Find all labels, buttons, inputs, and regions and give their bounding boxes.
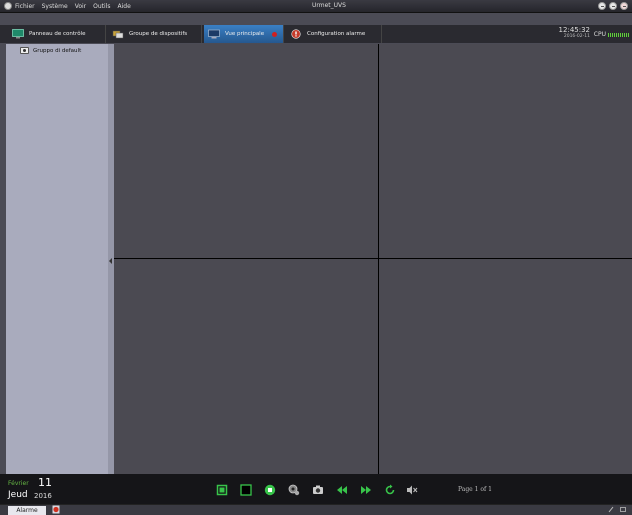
clock-date: 2016-02-11 — [563, 34, 590, 39]
fullscreen-icon[interactable] — [216, 484, 228, 496]
tree-item-gruppo-di-default[interactable]: Gruppo di default — [20, 47, 81, 54]
tab-bar: Panneau de contrôle Groupe de dispositif… — [0, 25, 632, 43]
cpu-meter: CPU — [594, 31, 630, 38]
menu-item-voir[interactable]: Voir — [75, 3, 86, 10]
cpu-label: CPU — [593, 31, 606, 38]
tab-vue-principale[interactable]: Vue principale — [204, 25, 284, 43]
video-cell-4[interactable] — [379, 259, 632, 474]
tab-label: Groupe de dispositifs — [129, 31, 188, 37]
minimize-button[interactable] — [598, 2, 606, 10]
tab-groupe-de-dispositifs[interactable]: Groupe de dispositifs — [108, 25, 202, 43]
camera-group-icon — [20, 47, 29, 54]
app-logo-icon[interactable] — [4, 2, 12, 10]
video-cell-1[interactable] — [114, 44, 378, 258]
cpu-usage-bar — [608, 32, 630, 37]
video-cell-3[interactable] — [114, 259, 378, 474]
close-tab-icon[interactable] — [272, 31, 278, 37]
tab-label: Configuration alarme — [307, 31, 366, 37]
date-month: Février — [8, 480, 29, 487]
menu-bar: Fichier Système Voir Outils Aide — [15, 0, 138, 12]
date-weekday: Jeud — [8, 490, 28, 500]
device-group-icon — [112, 30, 124, 39]
device-tree-panel: Gruppo di default — [6, 44, 108, 474]
date-year: 2016 — [34, 492, 52, 500]
tab-configuration-alarme[interactable]: Configuration alarme — [286, 25, 382, 43]
status-bar: Alarme — [0, 504, 632, 515]
mute-icon[interactable] — [406, 484, 418, 496]
tree-item-label: Gruppo di default — [33, 47, 82, 54]
alarm-bell-icon[interactable] — [52, 505, 60, 514]
restore-panel-icon[interactable] — [620, 506, 626, 513]
date-day: 11 — [38, 476, 52, 489]
refresh-icon[interactable] — [384, 484, 396, 496]
video-grid — [114, 44, 632, 474]
single-view-icon[interactable] — [240, 484, 252, 496]
ptz-settings-icon[interactable] — [288, 484, 300, 496]
menu-item-outils[interactable]: Outils — [93, 3, 110, 10]
previous-icon[interactable] — [336, 484, 348, 496]
date-widget: Février 11 Jeud 2016 — [8, 476, 58, 502]
tab-label: Panneau de contrôle — [29, 31, 86, 37]
collapse-arrow-icon[interactable] — [109, 258, 112, 264]
tab-label: Vue principale — [225, 31, 265, 37]
window-title: Urmet_UVS — [312, 2, 346, 9]
tab-panneau-de-controle[interactable]: Panneau de contrôle — [8, 25, 106, 43]
snapshot-icon[interactable] — [312, 484, 324, 496]
maximize-button[interactable] — [609, 2, 617, 10]
alarm-config-icon — [291, 29, 301, 39]
menu-item-systeme[interactable]: Système — [42, 3, 68, 10]
menu-item-fichier[interactable]: Fichier — [15, 3, 35, 10]
close-button[interactable] — [620, 2, 628, 10]
clock-time: 12:45:32 — [558, 26, 590, 34]
menu-item-aide[interactable]: Aide — [117, 3, 130, 10]
monitor-panel-icon — [12, 29, 24, 39]
clock: 12:45:32 2016-02-11 — [559, 27, 590, 40]
pin-icon[interactable] — [608, 506, 614, 513]
stop-icon[interactable] — [264, 484, 276, 496]
playback-toolbar: Février 11 Jeud 2016 Page 1 of 1 — [0, 474, 632, 504]
main-view-icon — [208, 29, 220, 39]
title-bar: Fichier Système Voir Outils Aide Urmet_U… — [0, 0, 632, 13]
page-indicator: Page 1 of 1 — [458, 486, 492, 493]
video-cell-2[interactable] — [379, 44, 632, 258]
next-icon[interactable] — [360, 484, 372, 496]
